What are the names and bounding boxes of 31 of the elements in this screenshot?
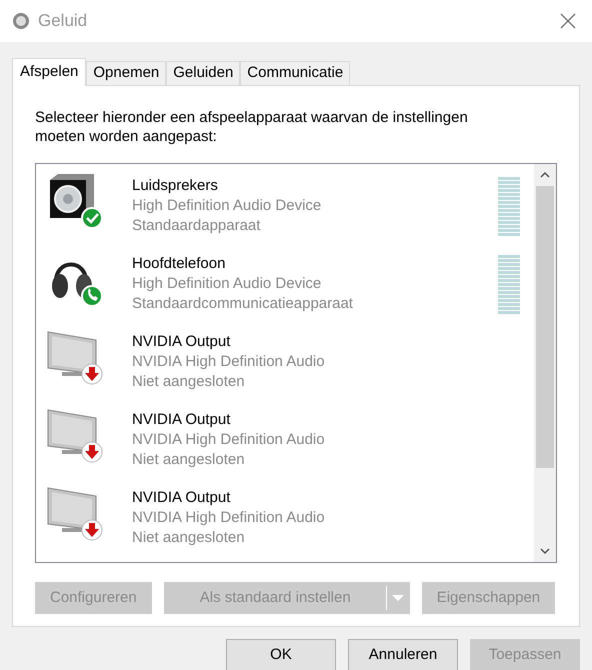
dialog-button[interactable]: OK — [226, 639, 336, 670]
dialog-button[interactable]: Annuleren — [348, 639, 458, 670]
device-name: NVIDIA Output — [132, 332, 232, 352]
device-item[interactable]: NVIDIA Output NVIDIA High Definition Audio Niet aangesloten — [36, 406, 534, 484]
device-status: Niet aangesloten — [132, 372, 246, 392]
device-item[interactable]: NVIDIA Output NVIDIA High Definition Audio Niet aangesloten — [36, 328, 534, 406]
tab[interactable]: Geluiden — [166, 61, 240, 85]
device-item[interactable]: Hoofdtelefoon High Definition Audio Device Standaardcommunicatieapparaat — [36, 250, 534, 328]
window-title: Geluid — [38, 10, 88, 32]
device-name: NVIDIA Output — [132, 410, 232, 430]
device-description: High Definition Audio Device — [132, 274, 322, 294]
device-name: Luidsprekers — [132, 176, 219, 196]
device-status: Standaardapparaat — [132, 216, 262, 236]
device-status: Niet aangesloten — [132, 450, 246, 470]
tab[interactable]: Communicatie — [240, 61, 350, 85]
tab[interactable]: Afspelen — [12, 58, 86, 86]
scroll-thumb[interactable] — [536, 186, 554, 468]
instruction-text: Selecteer hieronder een afspeelapparaat waarvan de instellingen moeten worden aangepast: — [35, 108, 469, 146]
device-description: High Definition Audio Device — [132, 196, 322, 216]
device-description: NVIDIA High Definition Audio — [132, 352, 326, 372]
device-item[interactable]: Luidsprekers High Definition Audio Device Standaardapparaat — [36, 172, 534, 250]
tab[interactable]: Opnemen — [86, 61, 166, 85]
close-icon[interactable] — [560, 13, 576, 29]
device-name: NVIDIA Output — [132, 488, 232, 508]
device-status: Standaardcommunicatieapparaat — [132, 294, 354, 314]
device-item[interactable]: NVIDIA Output NVIDIA High Definition Audio Niet aangesloten — [36, 484, 534, 562]
scrollbar[interactable] — [534, 164, 556, 562]
device-description: NVIDIA High Definition Audio — [132, 508, 326, 528]
device-name: Hoofdtelefoon — [132, 254, 226, 274]
device-description: NVIDIA High Definition Audio — [132, 430, 326, 450]
device-status: Niet aangesloten — [132, 528, 246, 548]
